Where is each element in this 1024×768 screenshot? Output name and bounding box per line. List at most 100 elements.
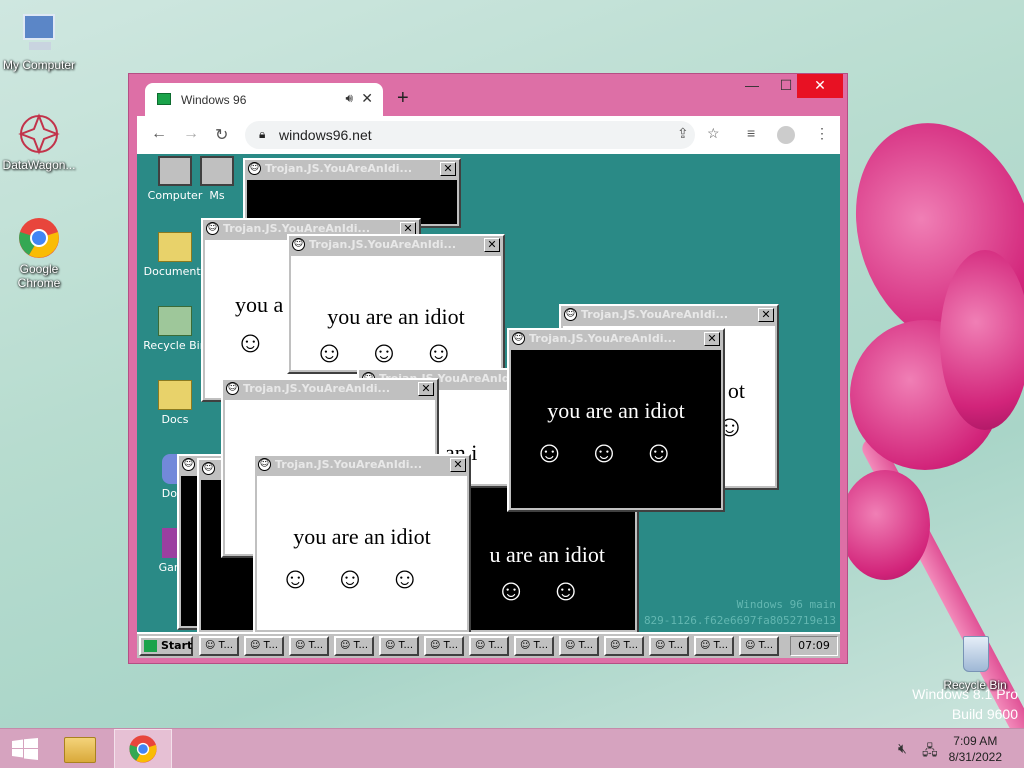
browser-tab[interactable]: Windows 96 🔊︎ ✕ — [145, 83, 383, 116]
desktop-icon-my-computer[interactable]: My Computer — [0, 12, 78, 72]
w96-task-button[interactable]: ☺ T... — [379, 636, 419, 656]
smiley-icon: ☺ — [206, 222, 219, 235]
w96-task-button[interactable]: ☺ T... — [469, 636, 509, 656]
popup-titlebar[interactable]: ☺ Trojan.JS.YouAreAnIdi... ✕ — [255, 456, 469, 474]
w96-build-watermark: Windows 96 main — [736, 598, 836, 611]
popup-titlebar[interactable]: ☺ Trojan.JS.YouAreAnIdi... ✕ — [223, 380, 437, 398]
w96-icon-label: Recycle Bin — [143, 339, 207, 352]
desktop-icon-datawagon[interactable]: DataWagon... — [0, 112, 78, 172]
popup-title: Trojan.JS.YouAreAnIdi... — [309, 238, 457, 251]
program-icon — [200, 156, 234, 186]
trojan-popup-window[interactable]: ☺ Trojan.JS.YouAreAnIdi... ✕ you are an id… — [507, 328, 725, 512]
address-bar[interactable]: 🔒︎ windows96.net — [245, 121, 695, 149]
popup-close-button[interactable]: ✕ — [704, 332, 720, 346]
clock-time: 7:09 AM — [953, 734, 998, 748]
start-label: Start — [161, 639, 193, 652]
speaker-icon[interactable]: 🔊︎ — [345, 91, 353, 106]
w96-clock: 07:09 — [790, 636, 838, 656]
desktop-icon-recycle-bin[interactable]: Recycle Bin — [936, 632, 1014, 692]
w96-task-button[interactable]: ☺ T... — [424, 636, 464, 656]
computer-icon — [158, 156, 192, 186]
w96-icon-label: Documents — [143, 265, 207, 278]
minimize-button[interactable]: — — [735, 74, 769, 98]
smiley-icons: ☺☺☺ — [314, 336, 478, 369]
chrome-window: Windows 96 🔊︎ ✕ + — ☐ ✕ ← → ↻ 🔒︎ windows… — [128, 73, 848, 664]
popup-close-button[interactable]: ✕ — [758, 308, 774, 322]
windows96-logo-icon — [144, 640, 157, 652]
trojan-popup-window[interactable]: ☺ Trojan.JS.YouAreAnIdi... ✕ you are an id… — [253, 454, 471, 634]
chrome-icon — [17, 216, 61, 260]
smiley-icon: ☺ — [512, 332, 525, 345]
back-arrow-icon[interactable]: ← — [151, 125, 167, 143]
recycle-bin-icon — [953, 632, 997, 676]
smiley-icons: ☺☺☺ — [280, 562, 444, 595]
taskbar-chrome-button[interactable] — [114, 729, 172, 768]
w96-task-button[interactable]: ☺ T... — [514, 636, 554, 656]
menu-kebab-icon[interactable]: ⋮ — [815, 125, 829, 142]
popup-message: you are an idiot — [293, 524, 431, 549]
popup-titlebar[interactable]: ☺ Trojan.JS.YouAreAnIdi... ✕ — [289, 236, 503, 254]
share-icon[interactable]: ⇪ — [677, 125, 689, 142]
w96-task-button[interactable]: ☺ T... — [199, 636, 239, 656]
address-url: windows96.net — [279, 127, 372, 143]
desktop-icon-label: Google Chrome — [17, 262, 61, 290]
smiley-icons: ☺☺☺ — [534, 436, 698, 469]
w96-task-button[interactable]: ☺ T... — [649, 636, 689, 656]
popup-close-button[interactable]: ✕ — [450, 458, 466, 472]
popup-close-button[interactable]: ✕ — [484, 238, 500, 252]
w96-task-button[interactable]: ☺ T... — [289, 636, 329, 656]
close-button[interactable]: ✕ — [797, 74, 843, 98]
recycle-bin-icon — [158, 306, 192, 336]
w96-icon-label: Ms — [209, 189, 225, 202]
smiley-icon: ☺ — [202, 462, 215, 475]
file-explorer-icon[interactable] — [64, 737, 96, 763]
popup-message: you are an idiot — [327, 304, 465, 329]
w96-icon-label: Docs — [161, 413, 189, 426]
windows-version-watermark: Windows 8.1 Pro Build 9600 — [912, 686, 1018, 722]
popup-close-button[interactable]: ✕ — [440, 162, 456, 176]
w96-start-button[interactable]: Start — [139, 636, 193, 656]
w96-task-button[interactable]: ☺ T... — [334, 636, 374, 656]
watermark-line: Build 9600 — [951, 706, 1018, 722]
popup-titlebar[interactable]: ☺ Trojan.JS.YouAreAnIdi... ✕ — [561, 306, 777, 324]
new-tab-button[interactable]: + — [397, 87, 409, 110]
w96-icon-ms[interactable]: Ms — [193, 156, 241, 202]
w96-task-button[interactable]: ☺ T... — [604, 636, 644, 656]
profile-icon[interactable] — [777, 126, 795, 144]
popup-message: you are an idiot — [547, 398, 685, 423]
tab-title: Windows 96 — [181, 93, 247, 107]
taskbar-clock[interactable]: 7:09 AM 8/31/2022 — [949, 733, 1002, 765]
smiley-icon: ☺ — [226, 382, 239, 395]
w96-task-button[interactable]: ☺ T... — [739, 636, 779, 656]
forward-arrow-icon[interactable]: → — [183, 125, 199, 143]
smiley-icon: ☺ — [182, 458, 195, 471]
volume-muted-icon[interactable]: 🔇︎ — [898, 740, 907, 757]
trojan-popup-window[interactable]: ☺ Trojan.JS.YouAreAnIdi... ✕ you are an id… — [287, 234, 505, 374]
desktop-icon-chrome[interactable]: Google Chrome — [0, 216, 78, 290]
w96-task-button[interactable]: ☺ T... — [694, 636, 734, 656]
popup-titlebar[interactable]: ☺ Trojan.JS.YouAreAnIdi... ✕ — [509, 330, 723, 348]
w96-task-button[interactable]: ☺ T... — [244, 636, 284, 656]
smiley-icon: ☺ — [564, 308, 577, 321]
w96-taskbar: Start ☺ T... ☺ T... ☺ T... ☺ T... ☺ T...… — [137, 632, 840, 658]
bookmark-star-icon[interactable]: ☆ — [707, 125, 720, 142]
popup-body: you are an idiot ☺☺☺ — [257, 476, 467, 630]
windows96-favicon-icon — [157, 93, 171, 105]
folder-icon — [158, 232, 192, 262]
media-control-icon[interactable]: ≡ — [747, 125, 755, 141]
reload-icon[interactable]: ↻ — [215, 125, 228, 145]
popup-close-button[interactable]: ✕ — [418, 382, 434, 396]
w96-task-button[interactable]: ☺ T... — [559, 636, 599, 656]
network-icon[interactable]: 🖧 — [922, 740, 938, 764]
browser-toolbar: ← → ↻ 🔒︎ windows96.net ⇪ ☆ ≡ ⋮ — [137, 116, 840, 154]
popup-titlebar[interactable]: ☺ Trojan.JS.YouAreAnIdi... ✕ — [245, 160, 459, 178]
chrome-titlebar: Windows 96 🔊︎ ✕ + — ☐ ✕ — [129, 74, 847, 116]
windows96-desktop: Computer Ms Documents Recycle Bin Docs D… — [137, 154, 840, 658]
windows-start-icon[interactable] — [12, 738, 38, 760]
folder-icon — [158, 380, 192, 410]
computer-icon — [17, 12, 61, 56]
desktop-icon-label: DataWagon... — [2, 158, 76, 172]
tab-close-icon[interactable]: ✕ — [361, 90, 373, 107]
popup-title: Trojan.JS.YouAreAnIdi... — [529, 332, 677, 345]
lock-icon[interactable]: 🔒︎ — [259, 127, 265, 142]
